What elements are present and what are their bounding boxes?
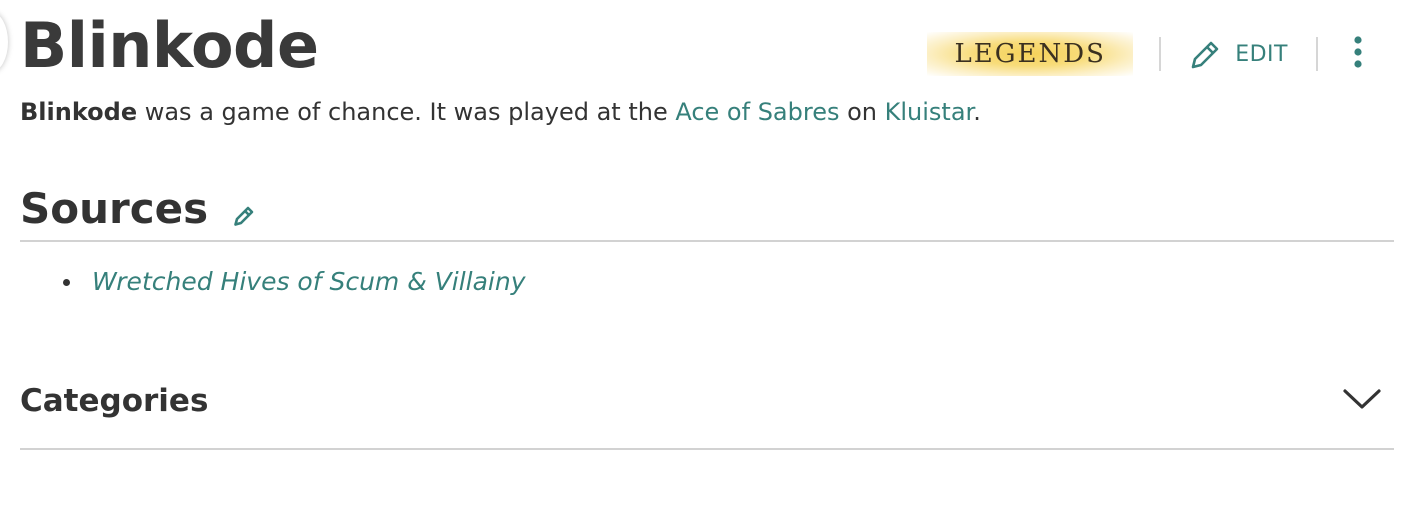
edit-label: EDIT (1235, 41, 1288, 67)
categories-toggle[interactable]: Categories (20, 372, 1394, 450)
kluistar-link[interactable]: Kluistar (885, 98, 974, 126)
intro-paragraph: Blinkode was a game of chance. It was pl… (20, 94, 981, 130)
ace-of-sabres-link[interactable]: Ace of Sabres (675, 98, 839, 126)
categories-heading: Categories (20, 383, 209, 419)
intro-text: . (973, 98, 981, 126)
side-panel-edge (0, 12, 8, 72)
divider (1159, 37, 1162, 71)
sources-section-heading: Sources (20, 182, 1394, 242)
page-header-actions: LEGENDS EDIT (927, 28, 1368, 80)
edit-section-button[interactable] (232, 202, 258, 233)
source-link[interactable]: Wretched Hives of Scum & Villainy (92, 264, 526, 300)
intro-term: Blinkode (20, 98, 138, 126)
bullet (63, 278, 70, 286)
divider (1316, 37, 1318, 71)
chevron-down-icon (1342, 387, 1382, 416)
edit-button[interactable]: EDIT (1187, 35, 1288, 73)
sources-heading: Sources (20, 184, 209, 233)
intro-text: on (839, 98, 885, 126)
pencil-icon (1187, 35, 1225, 73)
intro-text: was a game of chance. It was played at t… (137, 98, 676, 126)
sources-list: Wretched Hives of Scum & Villainy (56, 264, 526, 300)
legends-badge: LEGENDS (927, 32, 1134, 76)
more-vertical-icon (1353, 35, 1363, 74)
more-options-button[interactable] (1348, 34, 1368, 74)
page-title: Blinkode (20, 9, 319, 82)
pencil-icon (234, 206, 254, 226)
list-item: Wretched Hives of Scum & Villainy (56, 264, 526, 300)
